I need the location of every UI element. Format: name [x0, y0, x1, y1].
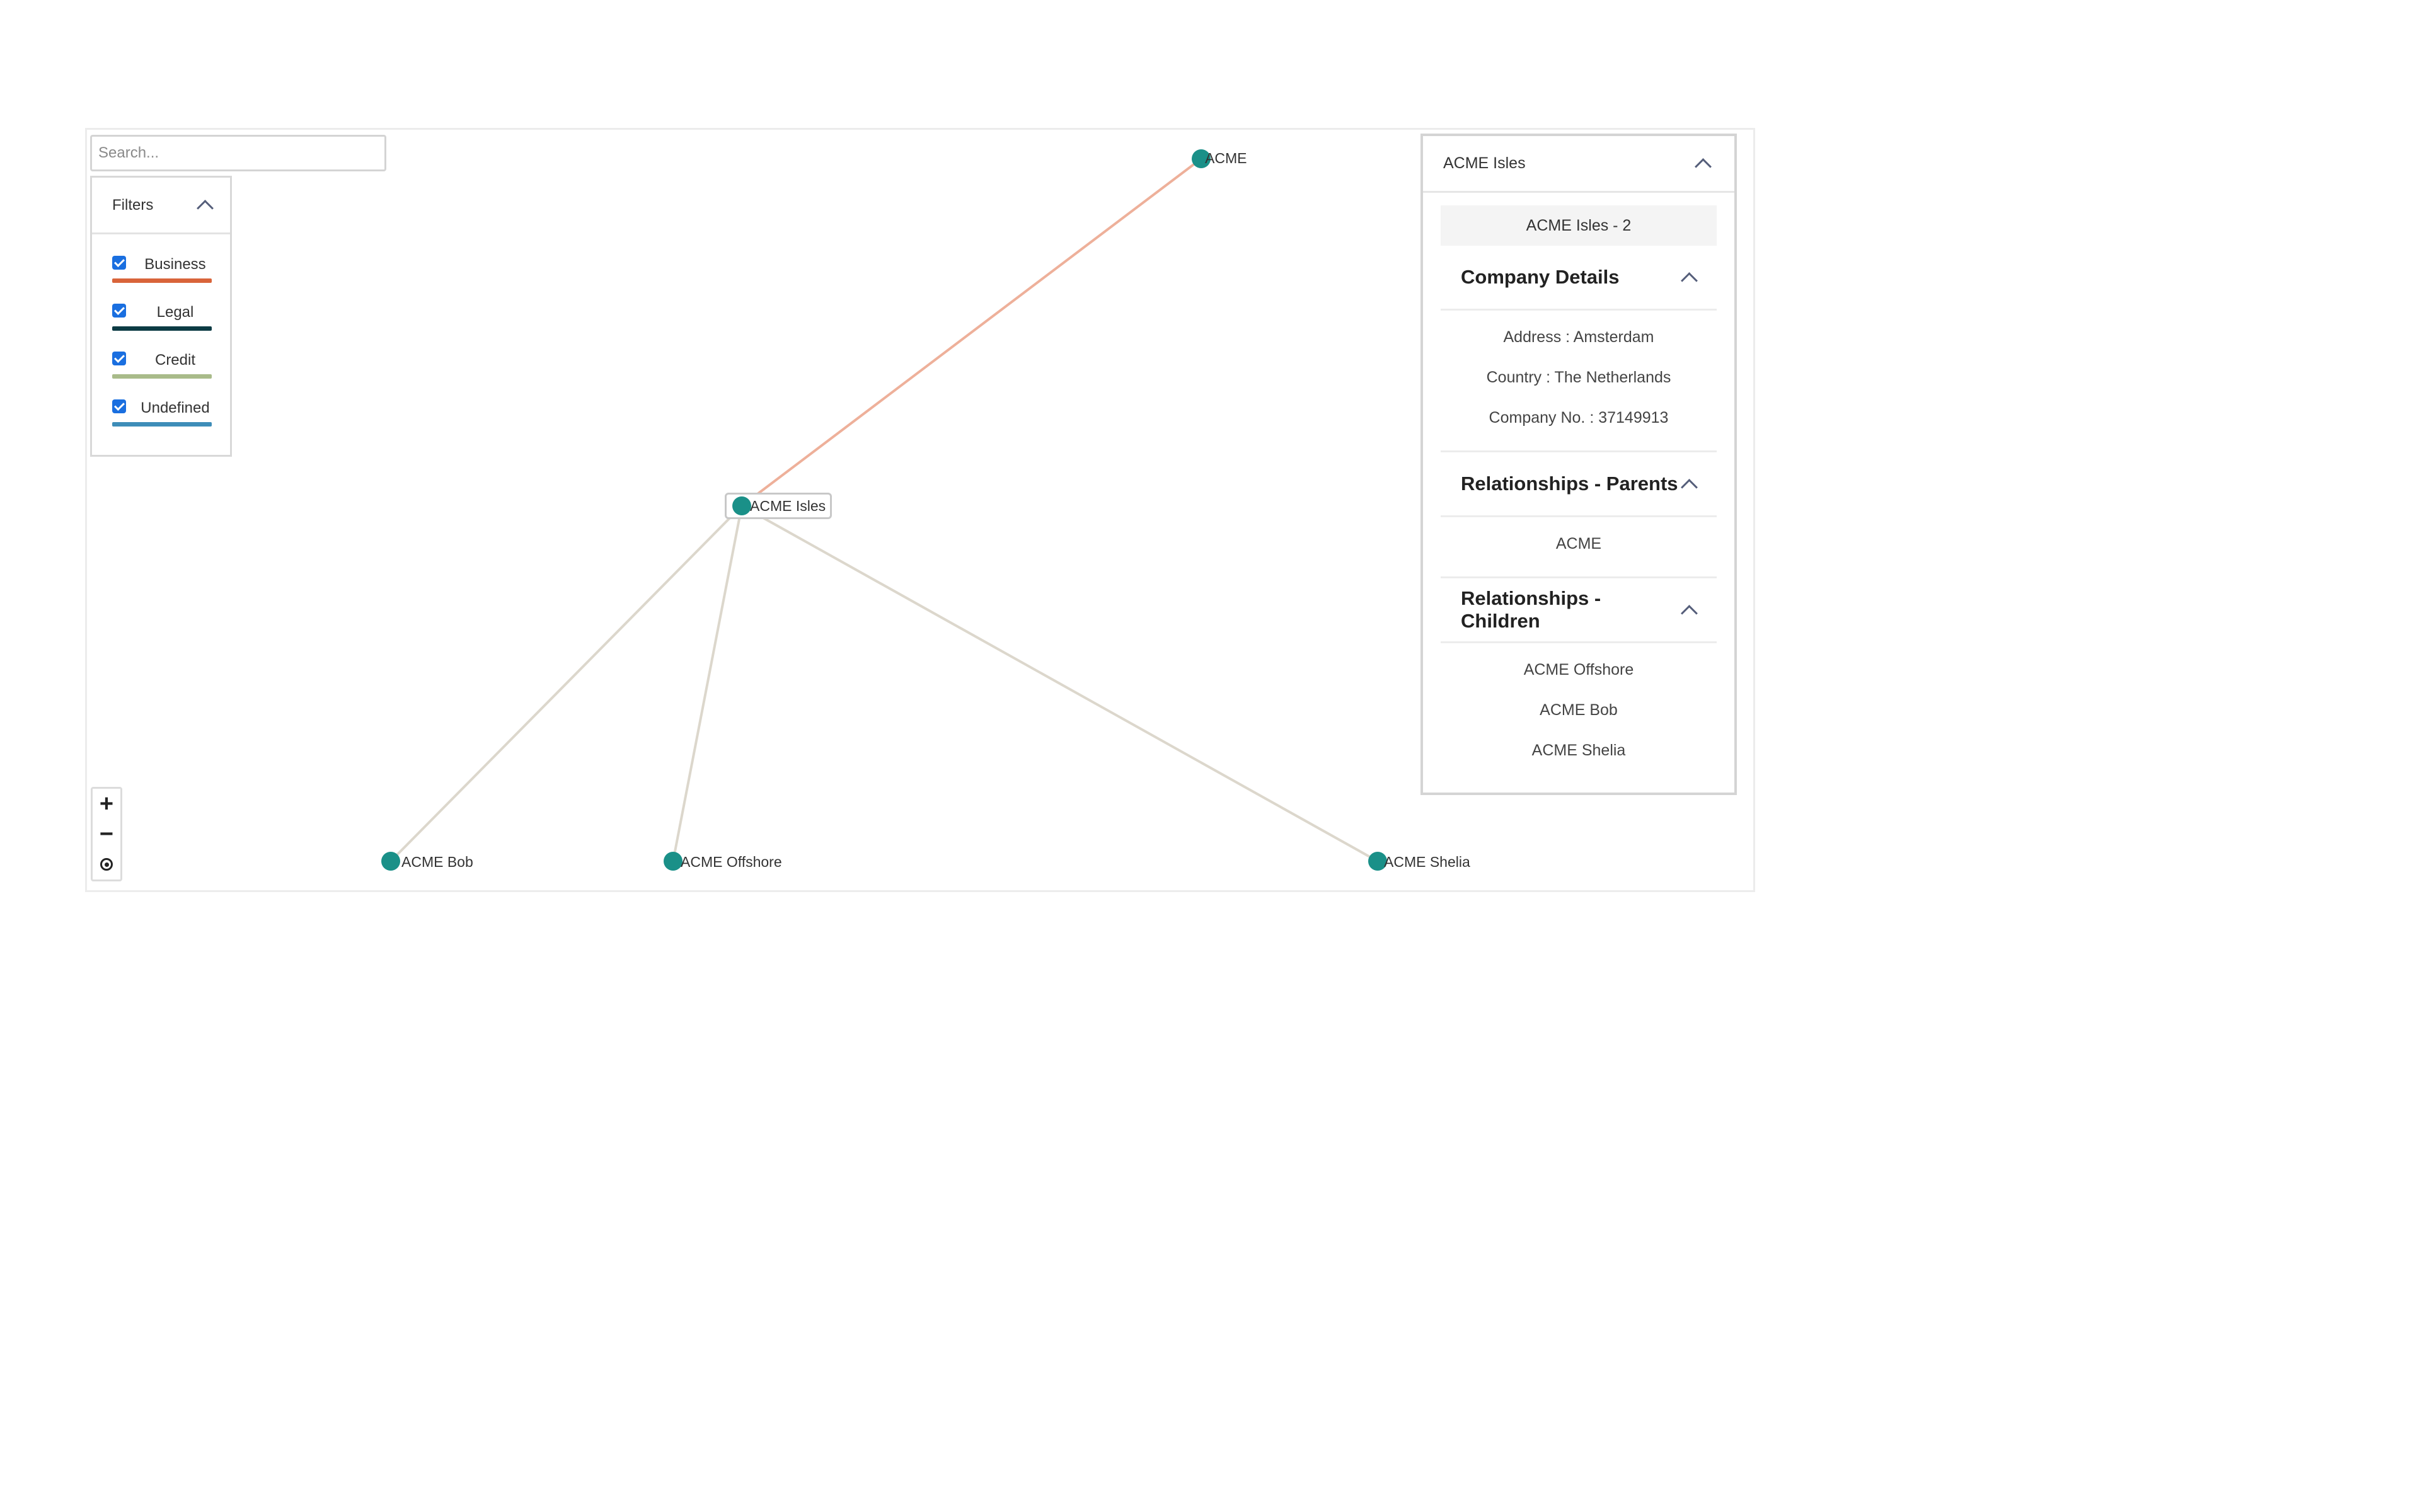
- node-acme-bob[interactable]: [381, 852, 400, 871]
- parents-header[interactable]: Relationships - Parents: [1441, 452, 1717, 517]
- details-body: ACME Isles - 2 Company Details Address :…: [1423, 193, 1734, 783]
- node-acme-isles[interactable]: [732, 496, 751, 515]
- details-panel: ACME Isles ACME Isles - 2 Company Detail…: [1420, 134, 1737, 795]
- filters-panel: Filters Business Legal Credit Undefined: [90, 176, 232, 457]
- filter-label-business: Business: [144, 256, 206, 273]
- legal-color-swatch: [112, 326, 212, 331]
- edge-acme-isles-to-acme-shelia: [741, 505, 1378, 862]
- chevron-up-icon[interactable]: [197, 200, 214, 217]
- node-label-acme[interactable]: ACME: [1205, 150, 1247, 167]
- checkbox-business[interactable]: [112, 256, 126, 270]
- parents-title: Relationships - Parents: [1461, 472, 1678, 495]
- node-label-acme-shelia[interactable]: ACME Shelia: [1384, 854, 1470, 871]
- parents-list: ACME: [1441, 517, 1717, 576]
- graph-edges: [389, 158, 1378, 862]
- filters-header[interactable]: Filters: [92, 178, 230, 234]
- filter-list: Business Legal Credit Undefined: [92, 234, 230, 442]
- zoom-controls: + −: [91, 787, 122, 881]
- details-title: ACME Isles: [1443, 154, 1526, 172]
- node-label-acme-isles[interactable]: ACME Isles: [750, 498, 826, 515]
- filter-label-legal: Legal: [156, 304, 194, 321]
- filter-credit: Credit: [92, 346, 230, 394]
- undefined-color-swatch: [112, 422, 212, 427]
- children-header[interactable]: Relationships - Children: [1441, 578, 1717, 643]
- zoom-in-button[interactable]: +: [93, 789, 120, 819]
- filter-label-undefined: Undefined: [141, 399, 210, 416]
- filter-undefined: Undefined: [92, 394, 230, 442]
- filter-label-credit: Credit: [154, 352, 196, 369]
- node-label-acme-offshore[interactable]: ACME Offshore: [681, 854, 782, 871]
- node-acme-offshore[interactable]: [664, 852, 683, 871]
- checkbox-undefined[interactable]: [112, 399, 126, 413]
- company-details-list: Address : Amsterdam Country : The Nether…: [1441, 311, 1717, 450]
- zoom-out-button[interactable]: −: [93, 819, 120, 849]
- business-color-swatch: [112, 278, 212, 283]
- children-title: Relationships - Children: [1461, 587, 1601, 632]
- edge-acme-isles-to-acme: [740, 158, 1202, 507]
- company-number: Company No. : 37149913: [1489, 408, 1669, 427]
- center-view-button[interactable]: [93, 849, 120, 879]
- child-item[interactable]: ACME Offshore: [1441, 650, 1717, 690]
- company-country: Country : The Netherlands: [1486, 368, 1671, 386]
- node-label-acme-bob[interactable]: ACME Bob: [401, 854, 473, 871]
- filter-legal: Legal: [92, 299, 230, 346]
- filters-title: Filters: [112, 196, 154, 214]
- credit-color-swatch: [112, 374, 212, 379]
- entity-chip: ACME Isles - 2: [1441, 205, 1717, 246]
- chevron-up-icon[interactable]: [1681, 272, 1698, 289]
- checkbox-credit[interactable]: [112, 352, 126, 365]
- edge-acme-isles-to-acme-offshore: [672, 505, 743, 862]
- child-item[interactable]: ACME Shelia: [1441, 730, 1717, 770]
- checkbox-legal[interactable]: [112, 304, 126, 318]
- child-item[interactable]: ACME Bob: [1441, 690, 1717, 730]
- children-list: ACME Offshore ACME Bob ACME Shelia: [1441, 643, 1717, 783]
- parent-item[interactable]: ACME: [1441, 524, 1717, 564]
- company-details-header[interactable]: Company Details: [1441, 246, 1717, 311]
- company-address: Address : Amsterdam: [1503, 328, 1654, 346]
- chevron-up-icon[interactable]: [1681, 604, 1698, 622]
- chevron-up-icon[interactable]: [1695, 158, 1712, 175]
- locate-icon: [100, 858, 113, 871]
- chevron-up-icon[interactable]: [1681, 478, 1698, 496]
- details-header[interactable]: ACME Isles: [1423, 136, 1734, 193]
- edge-acme-isles-to-acme-bob: [389, 505, 743, 862]
- company-details-title: Company Details: [1461, 266, 1620, 288]
- filter-business: Business: [92, 251, 230, 299]
- search-input[interactable]: [90, 135, 386, 171]
